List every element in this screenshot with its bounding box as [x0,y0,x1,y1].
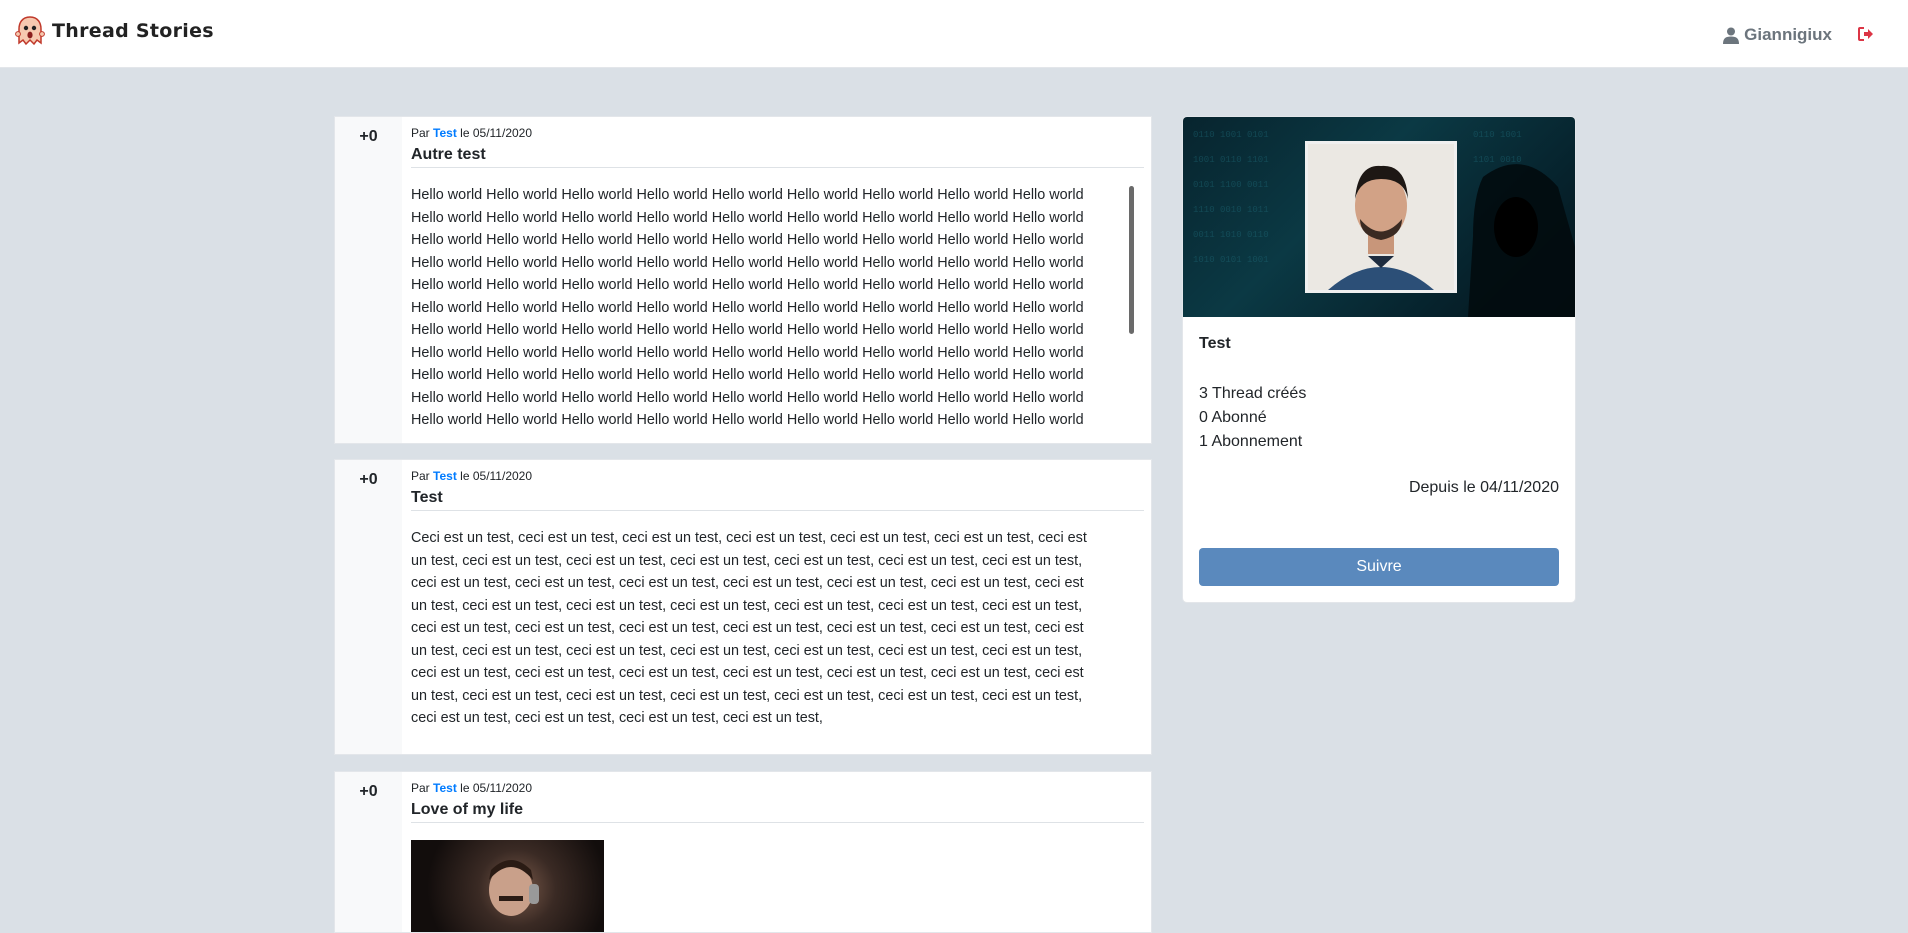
meta-prefix: Par [411,781,430,795]
profile-name: Test [1199,335,1231,352]
thread-content: Par Test le 05/11/2020 Test Ceci est un … [411,460,1144,754]
thread-title[interactable]: Love of my life [411,801,523,819]
svg-text:0110 1001: 0110 1001 [1473,130,1522,140]
singer-photo [489,860,539,916]
thread-date: le 05/11/2020 [460,126,533,140]
scrollbar[interactable] [1129,186,1134,334]
body-line: Hello world Hello world Hello world Hell… [411,254,1084,271]
ghost-logo-icon [15,16,45,46]
thread-title[interactable]: Autre test [411,146,486,164]
user-profile-link[interactable]: Giannigiux [1723,25,1832,45]
vote-column: +0 [335,460,402,754]
body-line: ceci est un test, ceci est un test, ceci… [411,710,823,726]
author-link[interactable]: Test [433,781,457,795]
author-link[interactable]: Test [433,469,457,483]
member-since: Depuis le 04/11/2020 [1408,479,1559,496]
vote-column: +0 [335,117,402,443]
profile-banner: 0110 1001 0101 1001 0110 1101 0101 1100 … [1183,117,1575,317]
body-line: Hello world Hello world Hello world Hell… [411,232,1084,248]
author-link[interactable]: Test [433,126,457,140]
body-line: Ceci est un test, ceci est un test, ceci… [411,530,1087,546]
body-line: un test, ceci est un test, ceci est un t… [411,687,1083,704]
body-line: ceci est un test, ceci est un test, ceci… [411,575,1084,591]
thread-date: le 05/11/2020 [460,781,533,795]
thread-content: Par Test le 05/11/2020 Love of my life [411,772,1144,932]
thread-card[interactable]: +0 Par Test le 05/11/2020 Autre test Hel… [334,116,1152,444]
profile-card: 0110 1001 0101 1001 0110 1101 0101 1100 … [1182,116,1576,603]
thread-meta: Par Test le 05/11/2020 [411,126,532,140]
divider [411,510,1144,511]
body-line: Hello world Hello world Hello world Hell… [411,412,1084,428]
body-line: Hello world Hello world Hello world Hell… [411,299,1084,316]
svg-text:1110 0010 1011: 1110 0010 1011 [1193,205,1269,215]
follower-count: 0 Abonné [1199,409,1267,426]
vote-score: +0 [359,128,378,145]
body-line: Hello world Hello world Hello world Hell… [411,389,1084,406]
meta-prefix: Par [411,469,430,483]
body-line: un test, ceci est un test, ceci est un t… [411,552,1083,569]
thread-title[interactable]: Test [411,489,443,507]
svg-text:0110 1001 0101: 0110 1001 0101 [1193,130,1269,140]
profile-stats: 3 Thread créés 0 Abonné 1 Abonnement [1199,382,1306,454]
user-icon [1723,27,1740,44]
avatar-photo [1308,144,1454,290]
thread-card[interactable]: +0 Par Test le 05/11/2020 Test Ceci est … [334,459,1152,755]
navbar: Thread Stories Giannigiux [0,0,1908,68]
body-line: Hello world Hello world Hello world Hell… [411,322,1084,338]
thread-count: 3 Thread créés [1199,385,1307,402]
svg-text:0101 1100 0011: 0101 1100 0011 [1193,180,1269,190]
brand-name: Thread Stories [52,20,214,42]
body-line: Hello world Hello world Hello world Hell… [411,187,1084,203]
body-line: Hello world Hello world Hello world Hell… [411,209,1084,226]
following-count: 1 Abonnement [1199,433,1303,450]
thread-card[interactable]: +0 Par Test le 05/11/2020 Love of my lif… [334,771,1152,933]
brand[interactable]: Thread Stories [14,14,214,48]
svg-text:1101 0010: 1101 0010 [1473,155,1522,165]
thread-image[interactable] [411,840,604,932]
svg-text:1010 0101 1001: 1010 0101 1001 [1193,255,1269,265]
body-line: un test, ceci est un test, ceci est un t… [411,597,1083,614]
vote-score: +0 [359,471,378,488]
thread-content: Par Test le 05/11/2020 Autre test Hello … [411,117,1144,443]
vote-score: +0 [359,783,378,800]
thread-date: le 05/11/2020 [460,469,533,483]
follow-button[interactable]: Suivre [1199,548,1559,586]
thread-meta: Par Test le 05/11/2020 [411,469,532,483]
thread-body: Ceci est un test, ceci est un test, ceci… [411,527,1111,730]
body-line: Hello world Hello world Hello world Hell… [411,277,1084,293]
vote-column: +0 [335,772,402,932]
svg-text:0011 1010 0110: 0011 1010 0110 [1193,230,1269,240]
body-line: ceci est un test, ceci est un test, ceci… [411,620,1084,636]
profile-avatar [1305,141,1457,293]
meta-prefix: Par [411,126,430,140]
logout-icon[interactable] [1858,27,1874,41]
body-line: ceci est un test, ceci est un test, ceci… [411,665,1084,681]
thread-meta: Par Test le 05/11/2020 [411,781,532,795]
body-line: Hello world Hello world Hello world Hell… [411,367,1084,383]
divider [411,167,1144,168]
svg-text:1001 0110 1101: 1001 0110 1101 [1193,155,1269,165]
thread-body: Hello world Hello world Hello world Hell… [411,184,1111,432]
body-line: Hello world Hello world Hello world Hell… [411,344,1084,361]
body-line: un test, ceci est un test, ceci est un t… [411,642,1083,659]
username: Giannigiux [1744,25,1832,44]
divider [411,822,1144,823]
